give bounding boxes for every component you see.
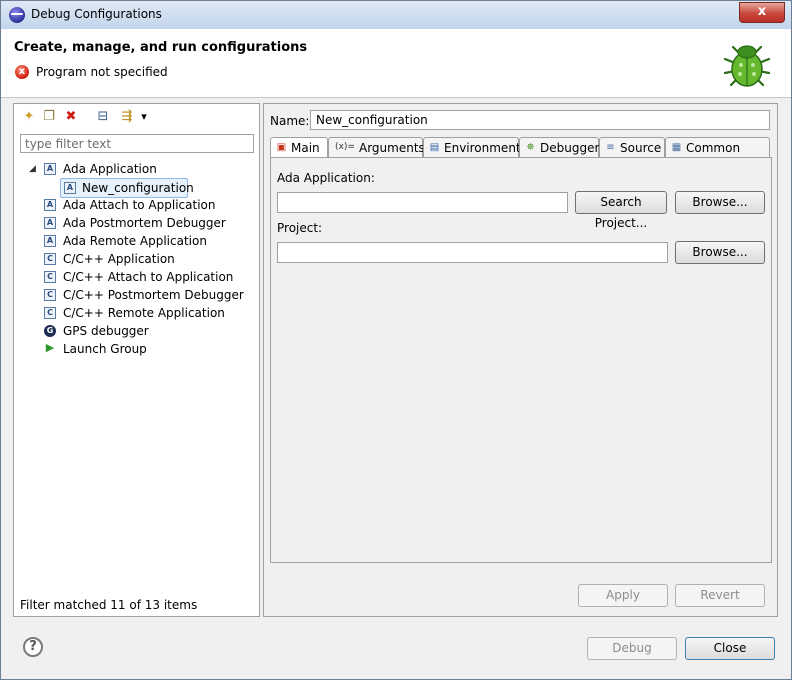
- expand-triangle-icon[interactable]: ◢: [29, 160, 36, 178]
- tab-label: Arguments: [359, 141, 425, 155]
- tab-label: Source: [620, 141, 662, 155]
- window-title: Debug Configurations: [31, 7, 162, 21]
- tab-debugger[interactable]: ✵ Debugger: [519, 137, 599, 157]
- debug-label: Debug: [612, 641, 652, 655]
- tree-item-ada-remote[interactable]: A Ada Remote Application: [14, 232, 254, 250]
- source-tab-icon: ≡: [606, 142, 615, 153]
- revert-button[interactable]: Revert: [675, 584, 765, 607]
- title-bar: Debug Configurations x: [1, 1, 791, 30]
- tree-item-label: Ada Application: [63, 162, 157, 176]
- arguments-tab-icon: (x)=: [335, 142, 355, 152]
- search-project-button[interactable]: Search Project...: [575, 191, 667, 230]
- browse-project-button[interactable]: Browse...: [675, 241, 765, 264]
- tree-item-label: Ada Postmortem Debugger: [63, 216, 226, 230]
- tree-item-label: C/C++ Attach to Application: [63, 270, 234, 284]
- project-field[interactable]: [277, 242, 668, 263]
- cpp-config-icon: C: [44, 271, 56, 283]
- filter-dropdown-icon[interactable]: ▾: [138, 108, 150, 126]
- error-icon: x: [15, 65, 29, 79]
- ada-config-icon: A: [64, 182, 76, 194]
- tree-item-launch-group[interactable]: ▶ Launch Group: [14, 340, 254, 358]
- tree-item-label: C/C++ Postmortem Debugger: [63, 288, 244, 302]
- debug-configurations-window: Debug Configurations x Create, manage, a…: [0, 0, 792, 680]
- name-label: Name:: [270, 114, 310, 128]
- tree-item-new-configuration[interactable]: A New_configuration: [60, 178, 194, 198]
- tree-item-ada-attach[interactable]: A Ada Attach to Application: [14, 196, 254, 214]
- tree-item-label: GPS debugger: [63, 324, 149, 338]
- filter-input[interactable]: [20, 134, 254, 153]
- common-tab-icon: ▦: [671, 142, 682, 153]
- collapse-all-icon[interactable]: ⊟: [94, 108, 112, 126]
- config-tabs: ▣ Main (x)= Arguments ▤ Environment ✵ De…: [270, 137, 772, 158]
- configuration-editor-panel: Name: ▣ Main (x)= Arguments ▤ Environmen…: [263, 103, 778, 617]
- apply-label: Apply: [606, 588, 640, 602]
- tab-label: Debugger: [540, 141, 600, 155]
- project-label: Project:: [277, 221, 323, 235]
- tree-item-label: C/C++ Application: [63, 252, 175, 266]
- tree-item-cpp-attach[interactable]: C C/C++ Attach to Application: [14, 268, 254, 286]
- new-config-icon[interactable]: ✦: [20, 108, 38, 126]
- ada-application-field[interactable]: [277, 192, 568, 213]
- tree-item-label: Ada Remote Application: [63, 234, 207, 248]
- tab-label: Main: [291, 141, 320, 155]
- tab-source[interactable]: ≡ Source: [599, 137, 665, 157]
- tree-item-ada-postmortem[interactable]: A Ada Postmortem Debugger: [14, 214, 254, 232]
- tree-item-ada-application[interactable]: ◢ A Ada Application: [14, 160, 254, 178]
- tree-item-label: C/C++ Remote Application: [63, 306, 225, 320]
- cpp-config-icon: C: [44, 307, 56, 319]
- debugger-tab-icon: ✵: [526, 142, 535, 153]
- tree-item-cpp-application[interactable]: C C/C++ Application: [14, 250, 254, 268]
- tab-label: Environment: [444, 141, 521, 155]
- main-tab-icon: ▣: [276, 142, 287, 153]
- tree-item-cpp-postmortem[interactable]: C C/C++ Postmortem Debugger: [14, 286, 254, 304]
- launch-group-icon: ▶: [45, 341, 55, 354]
- help-icon[interactable]: ?: [23, 637, 43, 657]
- tree-item-label: Ada Attach to Application: [63, 198, 216, 212]
- tab-environment[interactable]: ▤ Environment: [423, 137, 521, 157]
- environment-tab-icon: ▤: [429, 142, 440, 153]
- window-close-button[interactable]: x: [739, 2, 785, 23]
- close-label: Close: [713, 641, 747, 655]
- configuration-list-panel: ✦ ❐ ✖ ⊟ ⇶ ▾ ◢ A Ada Application A New_co…: [13, 103, 260, 617]
- apply-button[interactable]: Apply: [578, 584, 668, 607]
- ada-config-icon: A: [44, 199, 56, 211]
- search-project-label: Search Project...: [594, 195, 648, 230]
- ada-config-icon: A: [44, 217, 56, 229]
- revert-label: Revert: [700, 588, 740, 602]
- dialog-header: Create, manage, and run configurations x…: [1, 29, 791, 98]
- debug-bug-icon: [723, 45, 771, 87]
- eclipse-icon: [9, 7, 25, 23]
- cpp-config-icon: C: [44, 289, 56, 301]
- browse-label: Browse...: [692, 245, 748, 259]
- duplicate-icon[interactable]: ❐: [40, 108, 58, 126]
- tab-label: Common: [686, 141, 741, 155]
- tree-item-gps-debugger[interactable]: G GPS debugger: [14, 322, 254, 340]
- browse-application-button[interactable]: Browse...: [675, 191, 765, 214]
- tree-item-cpp-remote[interactable]: C C/C++ Remote Application: [14, 304, 254, 322]
- debug-button[interactable]: Debug: [587, 637, 677, 660]
- ada-config-icon: A: [44, 163, 56, 175]
- close-button[interactable]: Close: [685, 637, 775, 660]
- name-field[interactable]: [310, 110, 770, 130]
- cpp-config-icon: C: [44, 253, 56, 265]
- tab-common[interactable]: ▦ Common: [665, 137, 770, 157]
- tab-arguments[interactable]: (x)= Arguments: [328, 137, 425, 157]
- tree-item-label: Launch Group: [63, 342, 147, 356]
- filter-status: Filter matched 11 of 13 items: [20, 598, 198, 612]
- header-title: Create, manage, and run configurations: [14, 40, 308, 55]
- browse-label: Browse...: [692, 195, 748, 209]
- gps-icon: G: [44, 325, 56, 337]
- tree-item-label: New_configuration: [82, 181, 194, 195]
- ada-application-label: Ada Application:: [277, 171, 375, 185]
- delete-icon[interactable]: ✖: [62, 108, 80, 126]
- ada-config-icon: A: [44, 235, 56, 247]
- main-tab-content: Ada Application: Search Project... Brows…: [270, 157, 772, 563]
- header-message: Program not specified: [36, 65, 168, 79]
- tab-main[interactable]: ▣ Main: [270, 137, 328, 158]
- filter-icon[interactable]: ⇶: [118, 108, 136, 126]
